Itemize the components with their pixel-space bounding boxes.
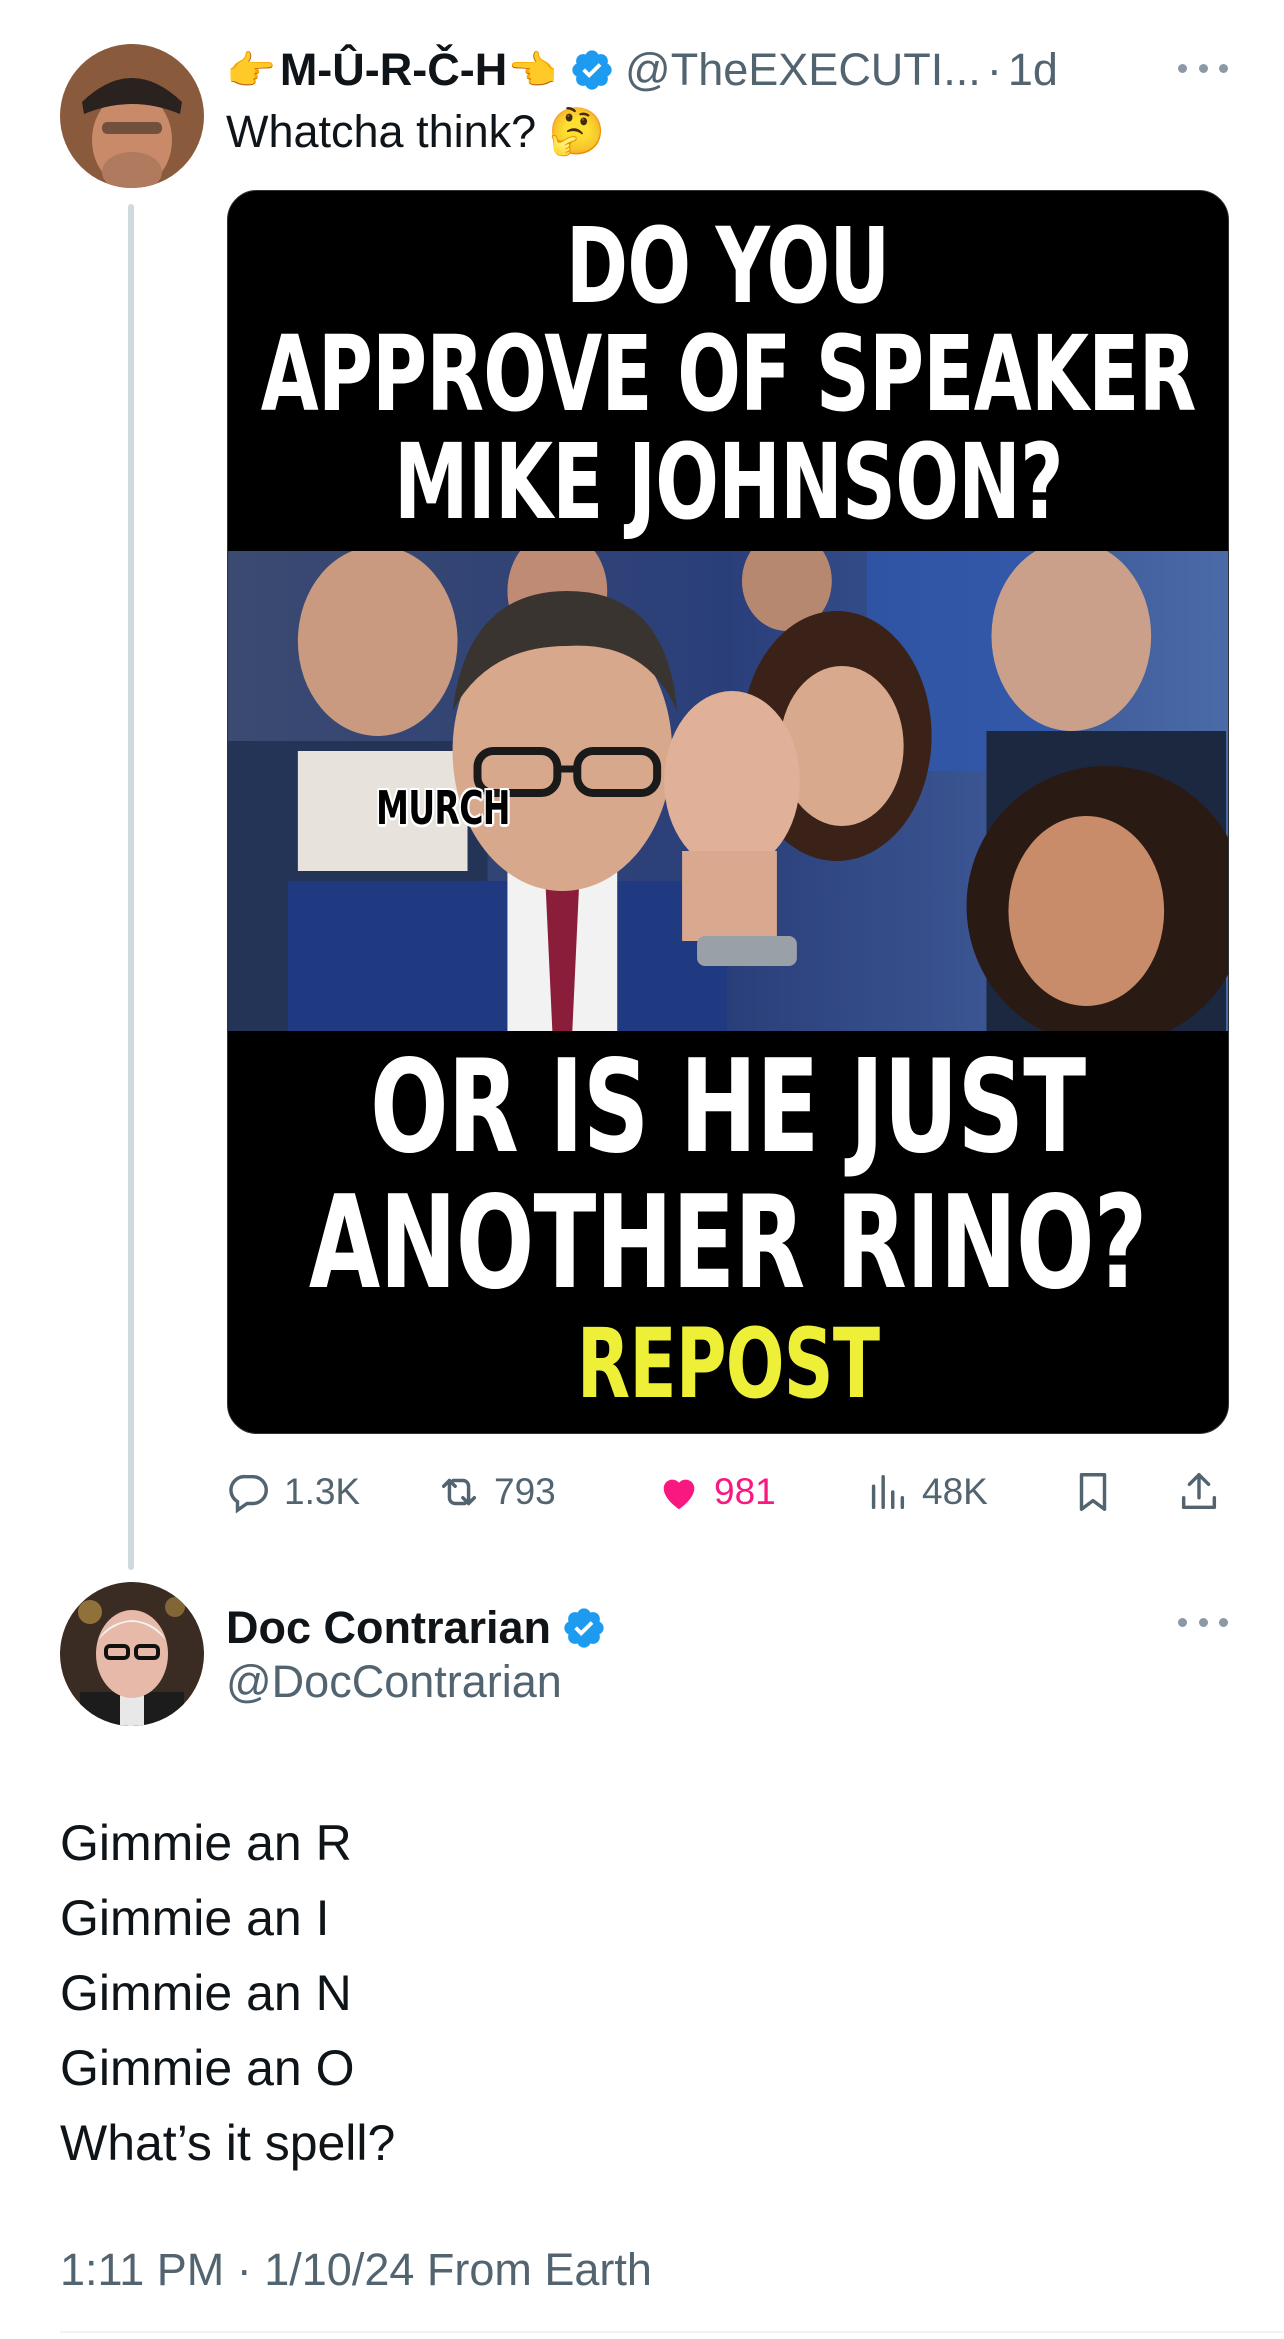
more-options-icon[interactable]: [1178, 1612, 1228, 1632]
bookmark-button[interactable]: [1070, 1462, 1128, 1522]
views-button[interactable]: 48K: [864, 1462, 988, 1522]
tweet-action-bar: 1.3K 793 981 48K: [226, 1462, 1232, 1522]
reply-text-line: Gimmie an O: [60, 2040, 355, 2096]
divider: [60, 2331, 1284, 2333]
tweet-text-content: Whatcha think?: [226, 105, 537, 157]
meme-caption-line: ANOTHER RINO?: [309, 1169, 1147, 1318]
like-count: 981: [714, 1471, 776, 1512]
thread-connector-line: [128, 204, 134, 1570]
meme-watermark: MURCH: [376, 781, 511, 835]
reply-button[interactable]: 1.3K: [226, 1462, 360, 1522]
reply-timestamp[interactable]: 1:11 PM · 1/10/24 From Earth: [60, 2244, 652, 2296]
bookmark-icon: [1079, 1473, 1107, 1511]
reply-text-line: Gimmie an N: [60, 1965, 352, 2021]
meme-caption-line: DO YOU: [566, 205, 890, 327]
repost-icon: [441, 1478, 477, 1506]
author-display-name[interactable]: M-Û-R-Č-H: [280, 44, 507, 96]
reply-text: Gimmie an R Gimmie an I Gimmie an N Gimm…: [60, 1806, 395, 2181]
reply-author-handle[interactable]: @DocContrarian: [226, 1656, 562, 1708]
pointing-right-hand-icon: 👉: [226, 48, 276, 93]
heart-filled-icon: [663, 1479, 695, 1510]
reply-icon: [229, 1474, 268, 1514]
thinking-face-icon: 🤔: [548, 105, 606, 157]
share-button[interactable]: [1176, 1462, 1234, 1522]
verified-badge-icon[interactable]: [569, 47, 615, 93]
author-avatar[interactable]: [60, 44, 204, 188]
meme-caption-line: OR IS HE JUST: [370, 1033, 1086, 1182]
reply-author-avatar[interactable]: [60, 1582, 204, 1726]
author-handle[interactable]: @TheEXECUTI...: [625, 44, 981, 96]
share-icon: [1181, 1473, 1217, 1510]
meme-repost-callout: REPOST: [576, 1308, 880, 1420]
views-count: 48K: [922, 1471, 988, 1512]
tweet-age[interactable]: 1d: [1008, 44, 1058, 96]
meme-caption-line: MIKE JOHNSON?: [393, 421, 1064, 543]
reply-text-line: Gimmie an I: [60, 1890, 330, 1946]
verified-badge-icon[interactable]: [561, 1605, 607, 1651]
reply-count: 1.3K: [284, 1471, 361, 1512]
like-button[interactable]: 981: [656, 1462, 776, 1522]
tweet-header: 👉 M-Û-R-Č-H 👉 @TheEXECUTI... · 1d: [226, 40, 1236, 100]
meme-caption-line: APPROVE OF SPEAKER: [260, 313, 1197, 435]
repost-button[interactable]: 793: [436, 1462, 556, 1522]
reply-text-line: Gimmie an R: [60, 1815, 352, 1871]
repost-count: 793: [494, 1471, 556, 1512]
tweet-text: Whatcha think? 🤔: [226, 104, 605, 159]
reply-header: Doc Contrarian: [226, 1598, 607, 1658]
reply-author-display-name[interactable]: Doc Contrarian: [226, 1602, 551, 1654]
meme-bottom-caption: OR IS HE JUST ANOTHER RINO? REPOST: [228, 1033, 1228, 1433]
tweet-thread: 👉 M-Û-R-Č-H 👉 @TheEXECUTI... · 1d Whatch…: [0, 0, 1284, 2339]
more-options-icon[interactable]: [1178, 58, 1228, 78]
views-bar-chart-icon: [871, 1474, 905, 1510]
reply-text-line: What’s it spell?: [60, 2115, 396, 2171]
pointing-left-hand-icon: 👉: [509, 48, 560, 93]
tweet-media-image[interactable]: DO YOU APPROVE OF SPEAKER MIKE JOHNSON?: [227, 190, 1229, 1434]
meme-top-caption: DO YOU APPROVE OF SPEAKER MIKE JOHNSON?: [228, 191, 1228, 551]
separator-dot: ·: [986, 44, 1002, 95]
